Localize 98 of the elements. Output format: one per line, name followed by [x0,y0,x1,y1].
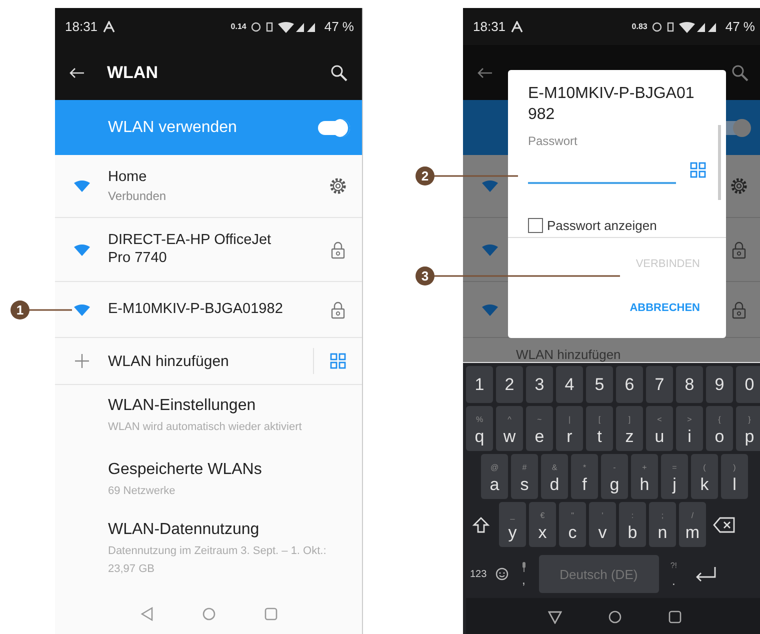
keyboard-key[interactable]: _ y [499,502,526,547]
keyboard-key[interactable]: ( k [691,454,718,499]
recents-icon[interactable] [668,610,682,624]
settings-subtitle: 69 Netzwerke [108,484,176,500]
dialog-title: E-M10MKIV-P-BJGA01982 [528,84,696,125]
keyboard-key[interactable]: { o [706,406,733,451]
keyboard-key[interactable]: @ a [481,454,508,499]
keyboard-key[interactable]: ] z [616,406,643,451]
keyboard-key[interactable]: : b [619,502,646,547]
battery-text: 47 % [324,19,354,34]
keyboard-key[interactable]: € x [529,502,556,547]
settings-title: Gespeicherte WLANs [108,461,263,480]
settings-item[interactable]: WLAN-Einstellungen WLAN wird automatisch wieder aktiviert [55,385,362,449]
keyboard-key[interactable]: 0 [736,366,760,403]
keyboard-key[interactable]: } p [736,406,760,451]
comma-key[interactable]: , [516,562,531,586]
keyboard-key[interactable]: 5 [586,366,613,403]
keyboard-key[interactable]: < u [646,406,673,451]
keyboard-key[interactable]: & d [541,454,568,499]
keyboard-key[interactable]: " c [559,502,586,547]
plus-icon [74,353,90,369]
wifi-icon [482,304,498,316]
keyboard-key[interactable]: ' v [589,502,616,547]
keyboard-key[interactable]: ) l [721,454,748,499]
enter-icon[interactable] [694,566,717,582]
emoji-icon[interactable] [494,567,509,581]
settings-subtitle: Datennutzung im Zeitraum 3. Sept. – 1. Okt.: 23,97 GB [108,544,328,577]
lock-icon [732,240,746,258]
network-row[interactable]: DIRECT-EA-HP OfficeJet Pro 7740 [55,218,362,282]
qr-code-icon[interactable] [690,162,706,178]
checkbox[interactable] [528,218,543,233]
settings-item[interactable]: Gespeicherte WLANs 69 Netzwerke [55,449,362,513]
keyboard-key[interactable]: 3 [526,366,553,403]
settings-title: WLAN-Einstellungen [108,397,257,416]
keyboard-key[interactable]: ^ w [496,406,523,451]
battery-text: 47 % [725,19,755,34]
keyboard-key[interactable]: 7 [646,366,673,403]
toggle-switch[interactable] [318,120,348,134]
keyboard-key[interactable]: = j [661,454,688,499]
clock-text: 18:31 [473,19,506,34]
switch-label: WLAN verwenden [108,118,238,136]
lock-icon [331,240,345,258]
microphone-icon [520,562,527,572]
keyboard-key[interactable]: % q [466,406,493,451]
data-rate-text: 0.14 [230,22,246,31]
keyboard-key[interactable]: 8 [676,366,703,403]
notification-icon [510,20,523,32]
settings-title: WLAN-Datennutzung [108,521,260,539]
keyboard-key[interactable]: 2 [496,366,523,403]
keyboard-key[interactable]: > i [676,406,703,451]
wifi-icon [74,180,90,192]
backspace-icon[interactable] [713,516,735,532]
back-arrow-icon[interactable] [69,66,85,78]
wifi-icon [482,180,498,192]
notification-icon [102,20,115,32]
network-name: E-M10MKIV-P-BJGA01982 [108,300,284,318]
wifi-icon [482,244,498,256]
settings-icon[interactable] [329,177,347,195]
search-icon [731,64,749,82]
keyboard-key[interactable]: - g [601,454,628,499]
keyboard-key[interactable]: * f [571,454,598,499]
data-rate-text: 0.83 [632,22,648,31]
keyboard-key[interactable]: 9 [706,366,733,403]
settings-subtitle: WLAN wird automatisch wieder aktiviert [108,420,303,436]
network-name: DIRECT-EA-HP OfficeJet Pro 7740 [108,232,272,267]
qr-code-icon[interactable] [330,353,346,369]
wifi-icon [74,244,90,256]
checkbox-label: Passwort anzeigen [547,218,657,233]
network-row[interactable]: E-M10MKIV-P-BJGA01982 [55,282,362,338]
keyboard-key[interactable]: 1 [466,366,493,403]
add-network-link[interactable]: WLAN hinzufügen [108,352,313,370]
keyboard-key[interactable]: / m [679,502,706,547]
keyboard-key[interactable]: 6 [616,366,643,403]
clock-text: 18:31 [65,19,98,34]
field-label: Passwort [528,134,578,148]
network-row[interactable]: Home Verbunden [55,155,362,218]
settings-item[interactable]: WLAN-Datennutzung Datennutzung im Zeitraum 3. Sept. – 1. Okt.: 23,97 GB [55,513,362,593]
shift-icon[interactable] [472,516,490,534]
settings-icon[interactable] [730,177,748,195]
back-icon[interactable] [548,610,562,624]
lock-icon [331,300,345,318]
keyboard-key[interactable]: | r [556,406,583,451]
keyboard-key[interactable]: ~ e [526,406,553,451]
search-icon[interactable] [330,64,348,82]
keyboard-key[interactable]: [ t [586,406,613,451]
network-status: Verbunden [108,189,168,204]
period-key[interactable]: ?! . [666,560,681,588]
lock-icon [732,300,746,318]
home-icon[interactable] [608,610,622,624]
keyboard-key[interactable]: 4 [556,366,583,403]
keyboard-key[interactable]: + h [631,454,658,499]
keyboard-key[interactable]: # s [511,454,538,499]
screen-title: WLAN [107,62,159,82]
symbols-key[interactable]: 123 [470,568,487,580]
keyboard-key[interactable]: ; n [649,502,676,547]
network-name: Home [108,168,148,186]
wifi-icon [74,304,90,316]
back-arrow-icon [477,66,493,78]
